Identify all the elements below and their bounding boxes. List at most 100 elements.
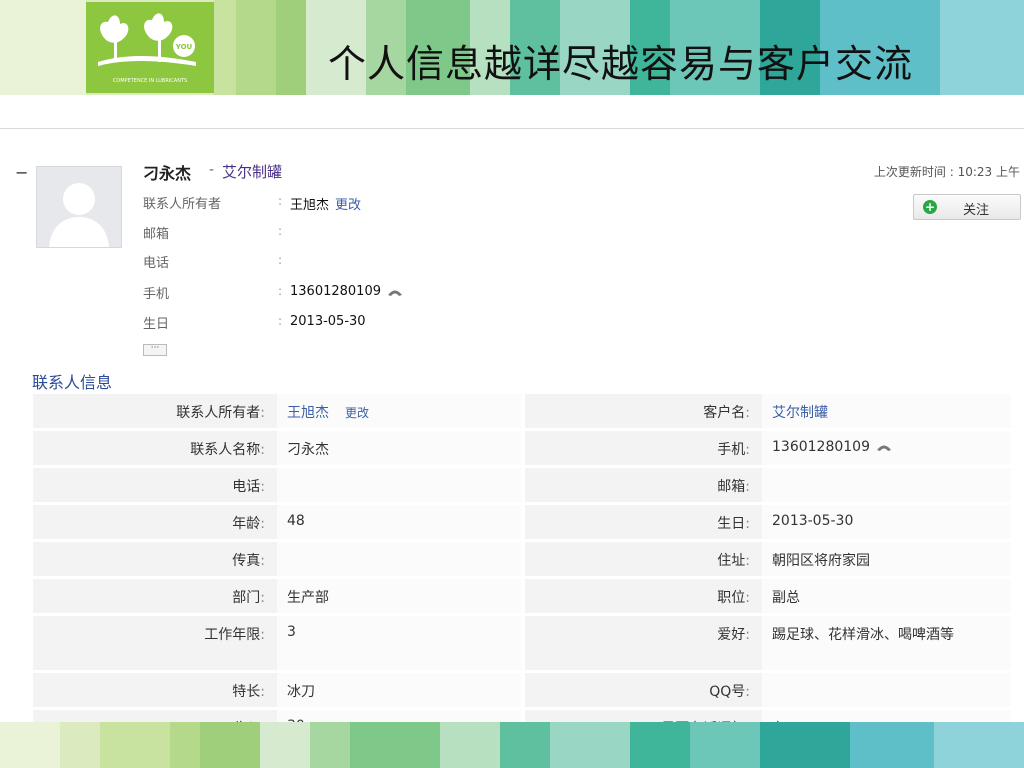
field-label-text: 年龄 xyxy=(232,516,261,532)
summary-colon: : xyxy=(278,284,283,298)
field-value[interactable]: 王旭杰 更改 xyxy=(277,394,521,431)
field-label-text: 住址 xyxy=(717,553,746,569)
summary-colon: : xyxy=(278,253,283,267)
field-value: 30 xyxy=(277,710,521,722)
field-label-text: 客户名 xyxy=(703,405,746,421)
band-stripe xyxy=(276,0,306,95)
field-value: 踢足球、花样滑冰、喝啤酒等 xyxy=(762,616,1011,673)
band-stripe xyxy=(100,722,170,768)
field-label: 特长: xyxy=(33,673,277,710)
band-stripe xyxy=(934,722,1024,768)
field-label-text: 爱好 xyxy=(717,627,746,643)
band-stripe xyxy=(60,722,100,768)
field-value-text: 刁永杰 xyxy=(287,442,329,458)
avatar xyxy=(36,166,122,248)
field-label: 电话: xyxy=(33,468,277,505)
summary-value: 2013-05-30 xyxy=(290,314,366,329)
field-colon: : xyxy=(745,553,750,569)
table-row: 年龄: 48 生日: 2013-05-30 xyxy=(33,505,1011,542)
field-label: QQ号: xyxy=(525,673,762,710)
field-label: 职位: xyxy=(525,579,762,616)
person-silhouette-icon xyxy=(49,183,109,247)
field-colon: : xyxy=(260,627,265,643)
field-value xyxy=(762,673,1011,710)
field-label-text: 手机 xyxy=(717,442,746,458)
change-owner-link[interactable]: 更改 xyxy=(335,198,361,213)
follow-button-label: 关注 xyxy=(963,203,990,218)
band-stripe xyxy=(550,722,630,768)
field-value: 48 xyxy=(277,505,521,542)
change-owner-link[interactable]: 更改 xyxy=(345,406,369,420)
band-stripe xyxy=(0,0,86,95)
table-row: 收入:30 是否有话语权:有 xyxy=(33,710,1011,722)
band-stripe xyxy=(440,722,500,768)
contact-details-table: 联系人所有者: 王旭杰 更改 客户名: 艾尔制罐 联系人名称: 刁永杰 手机: 13601280… xyxy=(33,394,1011,722)
band-stripe xyxy=(850,722,934,768)
field-label-text: 特长 xyxy=(232,684,261,700)
last-updated: 上次更新时间 : 10:23 上午 xyxy=(873,165,1020,179)
summary-value-text: 2013-05-30 xyxy=(290,314,366,329)
summary-value-text: 王旭杰 xyxy=(290,198,330,213)
collapse-toggle[interactable]: − xyxy=(15,163,28,182)
field-value: 2013-05-30 xyxy=(762,505,1011,542)
field-value-text: 踢足球、花样滑冰、喝啤酒等 xyxy=(772,627,954,643)
contact-company-link[interactable]: 艾尔制罐 xyxy=(222,161,282,182)
name-separator: - xyxy=(209,162,215,178)
field-label-text: 部门 xyxy=(232,590,261,606)
table-row: 特长: 冰刀 QQ号: xyxy=(33,673,1011,710)
table-row: 传真: 住址: 朝阳区将府家园 xyxy=(33,542,1011,579)
field-label: 住址: xyxy=(525,542,762,579)
field-colon: : xyxy=(745,479,750,495)
phone-handset-icon[interactable] xyxy=(387,286,403,298)
phone-handset-icon[interactable] xyxy=(876,441,892,453)
company-logo: YOU COMPETENCE IN LUBRICANTS xyxy=(86,2,214,93)
band-stripe xyxy=(940,0,1024,95)
summary-label: 邮箱 xyxy=(143,227,170,242)
table-row: 部门: 生产部 职位: 副总 xyxy=(33,579,1011,616)
field-colon: : xyxy=(260,479,265,495)
field-value-text: 2013-05-30 xyxy=(772,513,854,529)
field-colon: : xyxy=(260,590,265,606)
field-value-text: 副总 xyxy=(772,590,800,606)
slide-title: 个人信息越详尽越容易与客户交流 xyxy=(328,42,914,86)
band-stripe xyxy=(690,722,760,768)
field-value-text: 48 xyxy=(287,513,305,529)
field-label-text: 职位 xyxy=(717,590,746,606)
field-value xyxy=(762,468,1011,505)
field-colon: : xyxy=(260,684,265,700)
field-value[interactable]: 艾尔制罐 xyxy=(762,394,1011,431)
field-value-text: 13601280109 xyxy=(772,439,870,455)
summary-label: 联系人所有者 xyxy=(143,197,222,212)
field-value xyxy=(277,468,521,505)
more-button[interactable]: ··· xyxy=(143,344,167,356)
field-label: 联系人名称: xyxy=(33,431,277,468)
field-label: 年龄: xyxy=(33,505,277,542)
follow-button[interactable]: + 关注 xyxy=(913,194,1021,220)
field-label: 爱好: xyxy=(525,616,762,673)
summary-value: 王旭杰 更改 xyxy=(290,194,361,213)
field-colon: : xyxy=(745,684,750,700)
field-label: 客户名: xyxy=(525,394,762,431)
band-stripe xyxy=(200,722,260,768)
field-value: 13601280109 xyxy=(762,431,1011,468)
contact-name: 刁永杰 xyxy=(143,164,192,183)
field-label-text: 工作年限 xyxy=(204,627,261,643)
field-value: 有 xyxy=(762,710,1011,722)
field-colon: : xyxy=(745,627,750,643)
field-value xyxy=(277,542,521,579)
band-stripe xyxy=(350,722,440,768)
field-colon: : xyxy=(745,405,750,421)
lotus-logo-icon: YOU COMPETENCE IN LUBRICANTS xyxy=(98,13,196,84)
band-stripe xyxy=(236,0,276,95)
field-colon: : xyxy=(745,590,750,606)
field-value-text: 艾尔制罐 xyxy=(772,405,828,421)
field-value: 冰刀 xyxy=(277,673,521,710)
summary-value: 13601280109 xyxy=(290,284,403,299)
field-label-text: 电话 xyxy=(232,479,261,495)
summary-colon: : xyxy=(278,314,283,328)
summary-value-text: 13601280109 xyxy=(290,284,381,299)
field-value: 生产部 xyxy=(277,579,521,616)
table-row: 联系人所有者: 王旭杰 更改 客户名: 艾尔制罐 xyxy=(33,394,1011,431)
band-stripe xyxy=(310,722,350,768)
field-value: 3 xyxy=(277,616,521,673)
